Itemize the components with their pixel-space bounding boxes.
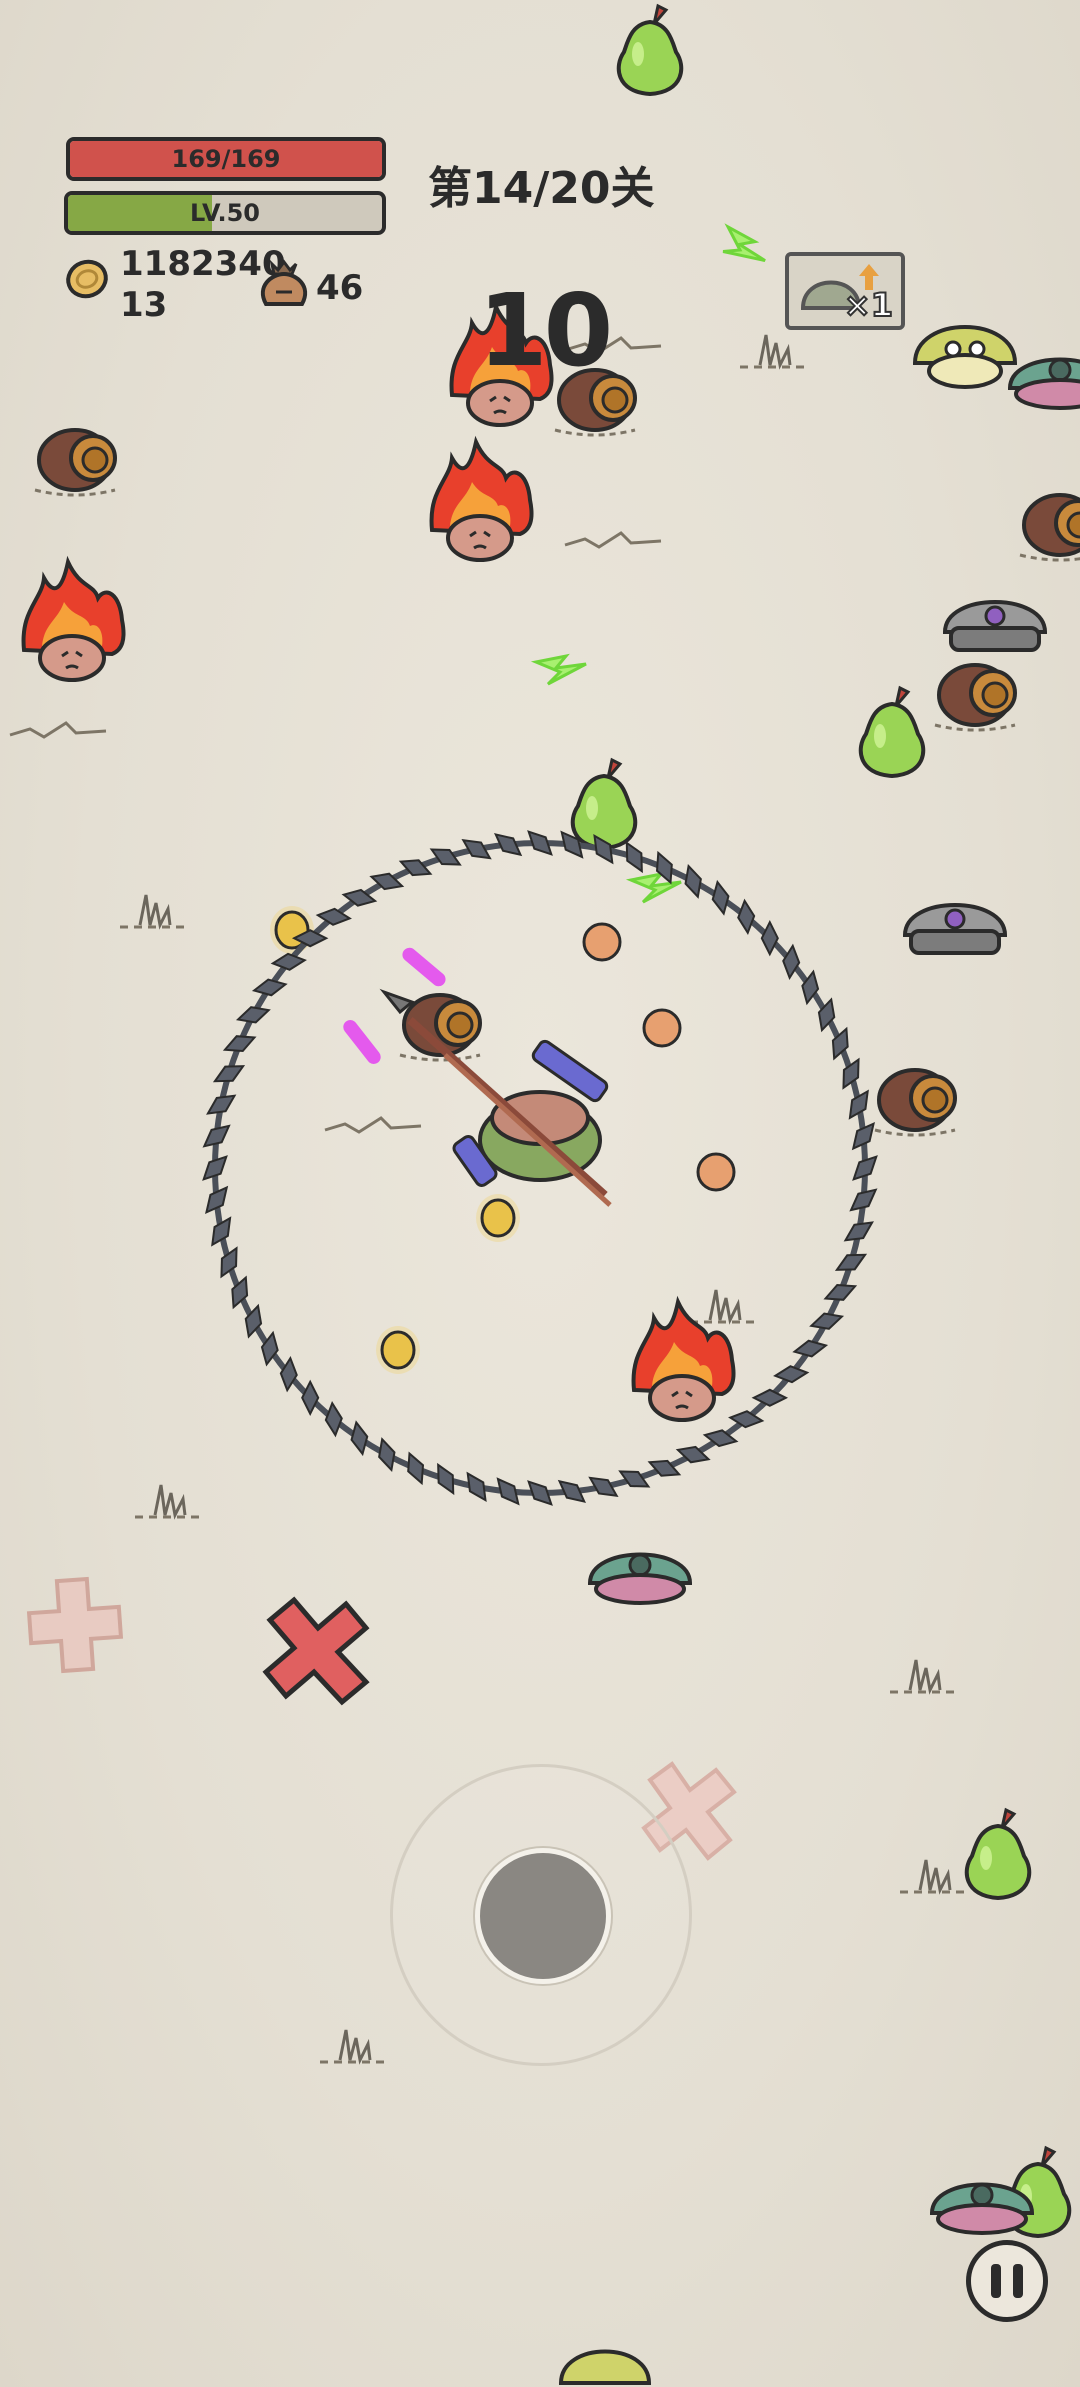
kill-count: 13: [120, 285, 168, 325]
wave-countdown: 10: [478, 272, 613, 389]
boss-wave-card: ×1: [785, 252, 905, 330]
boss-multiplier: ×1: [843, 285, 894, 325]
pause-icon: [991, 2264, 1001, 2298]
coin-icon: [66, 259, 108, 299]
joystick-knob[interactable]: [475, 1848, 611, 1984]
level-text: LV.50: [190, 199, 260, 227]
stage-title: 第14/20关: [428, 163, 655, 214]
tombstone-cross-red: [262, 1596, 370, 1706]
money-bag-icon: [260, 259, 308, 306]
bag-count: 46: [316, 268, 364, 308]
health-text: 169/169: [171, 145, 281, 173]
pause-icon: [1013, 2264, 1023, 2298]
pause-button[interactable]: [966, 2240, 1048, 2322]
level-bar: LV.50: [64, 191, 386, 235]
health-bar: 169/169: [66, 137, 386, 181]
player-character: [343, 922, 736, 1207]
tombstone-cross-faded: [26, 1576, 124, 1674]
game-stage[interactable]: 169/169 LV.50 1182340 13 46 第14/20关 10 ×…: [0, 0, 1080, 2387]
